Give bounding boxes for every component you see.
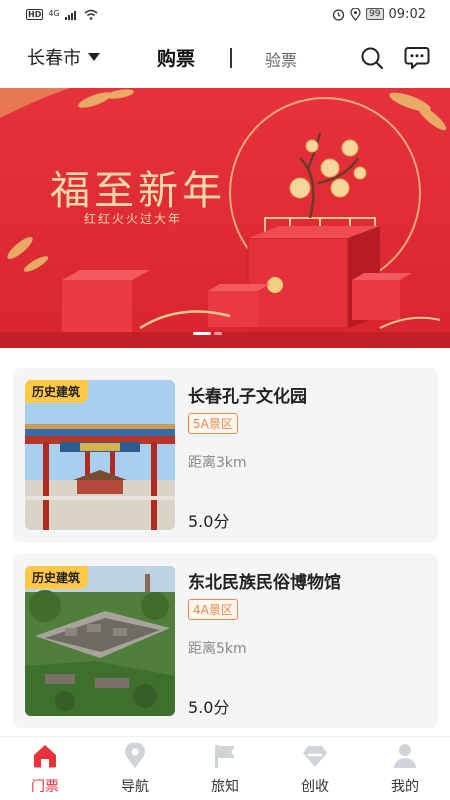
tab-check-ticket[interactable]: 验票 <box>265 47 297 71</box>
tab-travel-knowledge[interactable]: 旅知 <box>180 737 270 800</box>
attraction-name: 长春孔子文化园 <box>188 387 307 407</box>
museum-aerial-photo: 历史建筑 <box>25 566 175 716</box>
caret-down-icon <box>88 53 100 61</box>
top-nav: 长春市 购票 验票 <box>0 36 450 82</box>
tab-label: 创收 <box>301 779 329 795</box>
flag-icon <box>212 743 238 769</box>
city-label: 长春市 <box>27 48 81 69</box>
status-time: 09:02 <box>388 6 426 22</box>
alarm-icon <box>332 8 345 21</box>
tab-buy-ticket[interactable]: 购票 <box>157 44 195 71</box>
search-icon <box>361 47 384 70</box>
city-selector[interactable]: 长春市 <box>27 44 100 70</box>
banner-dot-active <box>193 332 211 335</box>
banner-title: 福至新年 <box>50 168 226 214</box>
tab-profile[interactable]: 我的 <box>360 737 450 800</box>
attraction-name: 东北民族民俗博物馆 <box>188 573 341 593</box>
banner-indicator <box>193 332 222 335</box>
wifi-icon <box>84 9 98 20</box>
home-icon <box>32 743 58 769</box>
tab-label: 旅知 <box>211 779 239 795</box>
tab-label: 门票 <box>31 779 59 795</box>
attraction-card[interactable]: 历史建筑 东北民族民俗博物馆 4A景区 距离5km 5.0分 <box>13 554 438 728</box>
battery-indicator: 99 <box>366 8 384 20</box>
network-label: 4G <box>48 9 60 18</box>
score-label: 5.0分 <box>188 512 230 531</box>
status-right: 99 09:02 <box>332 7 426 22</box>
bottom-tab-bar: 门票 导航 旅知 创收 我的 <box>0 736 450 800</box>
location-pin-icon <box>122 743 148 769</box>
tab-label: 我的 <box>391 779 419 795</box>
location-icon <box>350 7 361 21</box>
search-button[interactable] <box>358 44 386 72</box>
person-icon <box>392 743 418 769</box>
tab-navigation[interactable]: 导航 <box>90 737 180 800</box>
banner-dot <box>214 332 222 335</box>
confucius-gate-photo: 历史建筑 <box>25 380 175 530</box>
level-badge: 5A景区 <box>188 413 238 434</box>
tab-divider <box>230 48 232 68</box>
banner-subtitle: 红红火火过大年 <box>83 212 182 226</box>
signal-icon <box>64 10 76 20</box>
tab-earnings[interactable]: 创收 <box>270 737 360 800</box>
category-tag: 历史建筑 <box>25 566 89 589</box>
status-bar: HD 4G 99 09:02 <box>0 0 450 28</box>
level-badge: 4A景区 <box>188 599 238 620</box>
diamond-icon <box>302 743 328 769</box>
message-icon <box>404 47 430 69</box>
promo-banner[interactable]: 福至新年 红红火火过大年 <box>0 88 450 348</box>
category-tag: 历史建筑 <box>25 380 89 403</box>
message-button[interactable] <box>403 44 431 72</box>
score-label: 5.0分 <box>188 698 230 717</box>
tab-tickets[interactable]: 门票 <box>0 737 90 800</box>
attraction-card[interactable]: 历史建筑 长春孔子文化园 5A景区 距离3km 5.0分 <box>13 368 438 542</box>
distance-label: 距离3km <box>188 455 247 471</box>
hd-badge: HD <box>26 8 44 20</box>
status-left: HD 4G <box>26 8 98 20</box>
tab-label: 导航 <box>121 779 149 795</box>
distance-label: 距离5km <box>188 641 247 657</box>
